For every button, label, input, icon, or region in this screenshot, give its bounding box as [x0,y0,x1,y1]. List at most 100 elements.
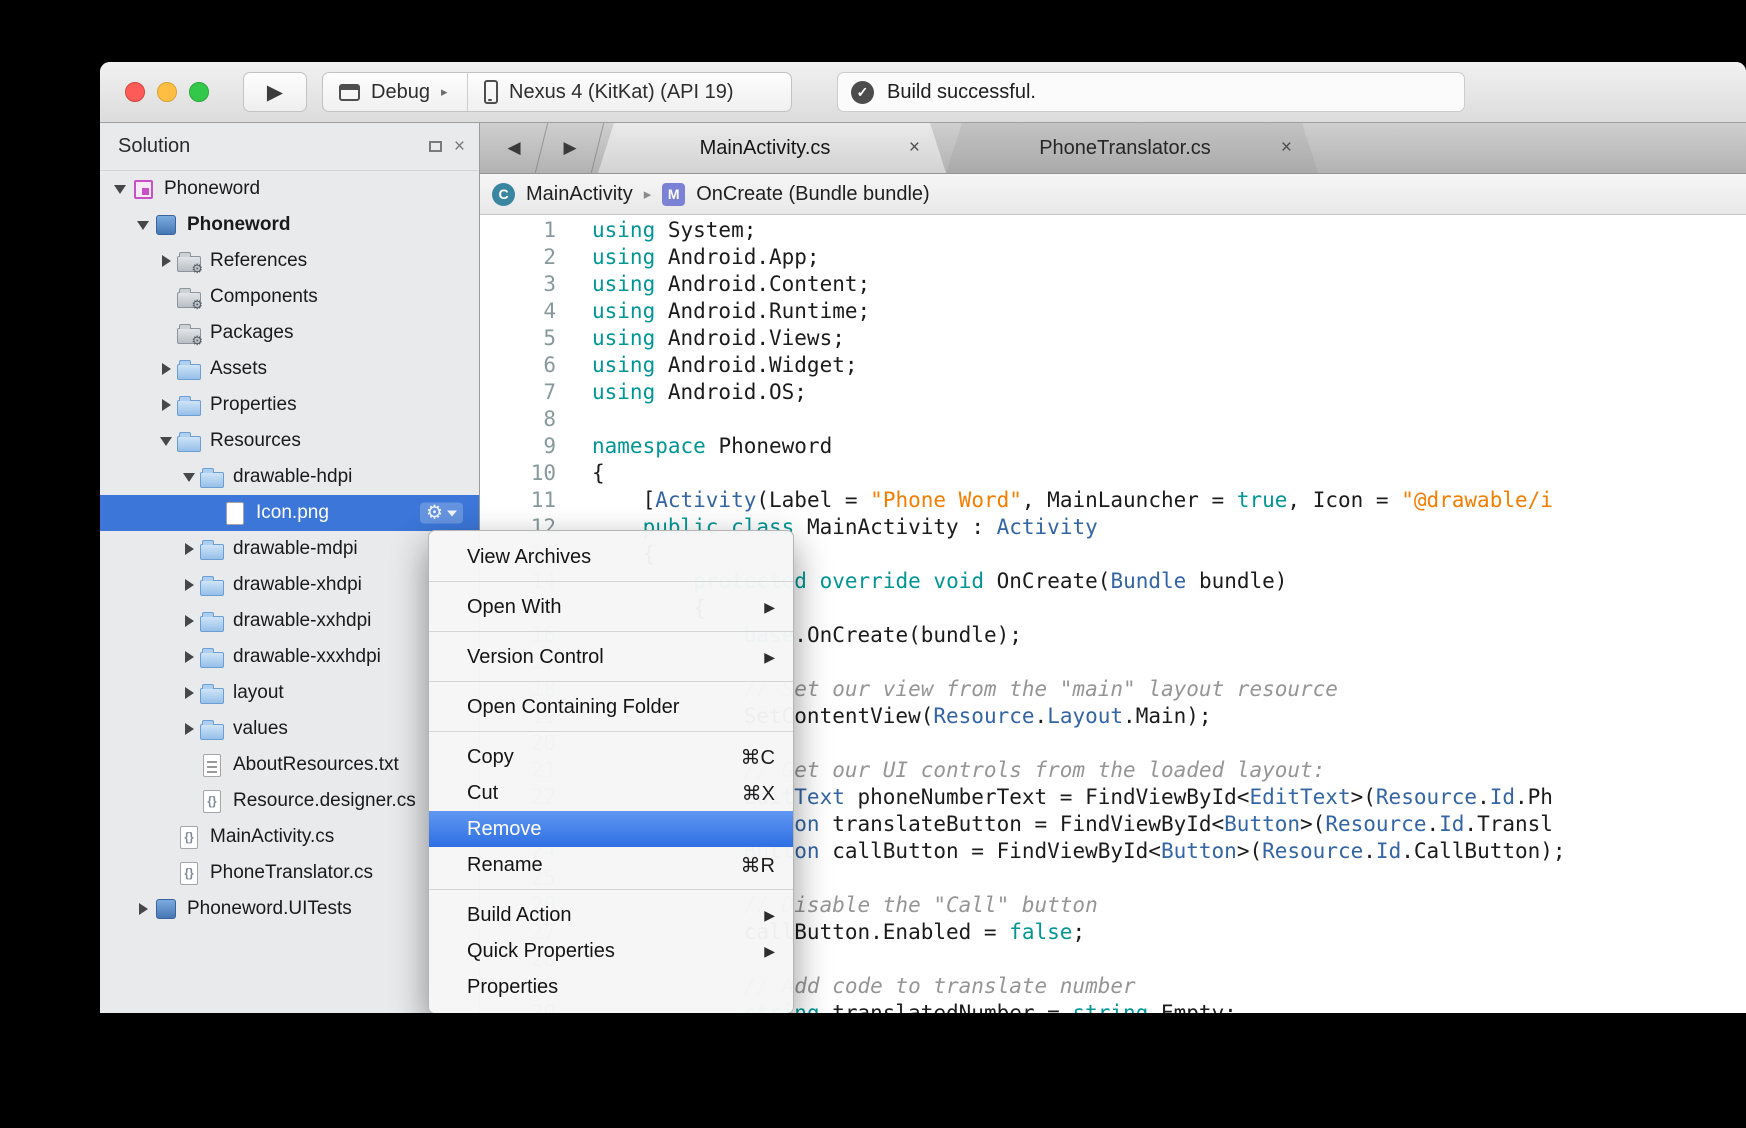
tree-item-layout[interactable]: layout [100,675,479,711]
tab-close-icon[interactable]: × [1281,137,1292,159]
code-line: 4using Android.Runtime; [480,298,1746,325]
close-window-button[interactable] [125,82,145,102]
tree-item-resources[interactable]: Resources [100,423,479,459]
disclosure-down-icon[interactable] [179,473,199,482]
line-number: 4 [480,298,580,325]
disclosure-right-icon[interactable] [179,687,199,699]
disclosure-down-icon[interactable] [110,185,130,194]
menu-item-cut[interactable]: Cut⌘X [429,775,793,811]
dock-panel-icon[interactable] [429,141,442,152]
tree-item-aboutresources-txt[interactable]: AboutResources.txt [100,747,479,783]
tree-item-mainactivity-cs[interactable]: MainActivity.cs [100,819,479,855]
check-icon: ✓ [851,81,874,104]
menu-item-label: Build Action [467,904,572,927]
menu-item-quick-properties[interactable]: Quick Properties▶ [429,933,793,969]
tree-item-phonetranslator-cs[interactable]: PhoneTranslator.cs [100,855,479,891]
tree-item-phoneword-uitests[interactable]: Phoneword.UITests [100,891,479,927]
disclosure-right-icon[interactable] [156,399,176,411]
navigate-forward-button[interactable]: ▶ [542,123,598,173]
tab-bar: ◀ ▶ MainActivity.cs × PhoneTranslator.cs × [480,123,1746,174]
tree-item-drawable-xhdpi[interactable]: drawable-xhdpi [100,567,479,603]
tree-item-label: Resources [210,430,301,452]
code-text: using Android.App; [580,244,820,271]
tab-label: MainActivity.cs [700,137,831,160]
folder-icon [176,428,202,454]
tab-label: PhoneTranslator.cs [1039,137,1211,160]
line-number: 7 [480,379,580,406]
tree-item-label: Phoneword [187,214,290,236]
menu-item-remove[interactable]: Remove [429,811,793,847]
tree-item-assets[interactable]: Assets [100,351,479,387]
tree-item-drawable-mdpi[interactable]: drawable-mdpi [100,531,479,567]
navigate-back-button[interactable]: ◀ [486,123,542,173]
tree-item-properties[interactable]: Properties [100,387,479,423]
menu-item-open-with[interactable]: Open With▶ [429,589,793,625]
breadcrumb-class[interactable]: MainActivity [526,183,633,206]
menu-item-rename[interactable]: Rename⌘R [429,847,793,883]
code-line: 2using Android.App; [480,244,1746,271]
tree-item-references[interactable]: References [100,243,479,279]
main-split: Solution × PhonewordPhonewordReferencesC… [100,123,1746,1013]
breadcrumb: C MainActivity ▸ M OnCreate (Bundle bund… [480,174,1746,215]
disclosure-right-icon[interactable] [133,903,153,915]
tab-mainactivity-cs[interactable]: MainActivity.cs × [598,123,946,173]
solution-pad: Solution × PhonewordPhonewordReferencesC… [100,123,480,1013]
code-text: using Android.Views; [580,325,845,352]
disclosure-right-icon[interactable] [179,615,199,627]
disclosure-down-icon[interactable] [133,221,153,230]
minimize-window-button[interactable] [157,82,177,102]
close-icon[interactable]: × [454,137,465,156]
line-number: 5 [480,325,580,352]
tree-item-resource-designer-cs[interactable]: Resource.designer.cs [100,783,479,819]
tree-item-packages[interactable]: Packages [100,315,479,351]
configuration-label: Debug [371,81,430,104]
context-menu: View Archives Open With▶ Version Control▶ O… [428,530,794,1013]
tree-item-label: MainActivity.cs [210,826,334,848]
menu-item-view-archives[interactable]: View Archives [429,539,793,575]
code-text: { [580,460,605,487]
tree-item-drawable-hdpi[interactable]: drawable-hdpi [100,459,479,495]
line-number: 2 [480,244,580,271]
tree-item-components[interactable]: Components [100,279,479,315]
tree-item-icon-png[interactable]: Icon.png⚙ [100,495,479,531]
device-dropdown[interactable]: Nexus 4 (KitKat) (API 19) [467,73,791,111]
code-line: 6using Android.Widget; [480,352,1746,379]
zoom-window-button[interactable] [189,82,209,102]
tree-item-label: drawable-hdpi [233,466,352,488]
folder-icon [199,680,225,706]
breadcrumb-member[interactable]: OnCreate (Bundle bundle) [696,183,929,206]
code-line: 5using Android.Views; [480,325,1746,352]
disclosure-right-icon[interactable] [179,579,199,591]
disclosure-right-icon[interactable] [179,543,199,555]
folder-icon [199,464,225,490]
tree-item-drawable-xxhdpi[interactable]: drawable-xxhdpi [100,603,479,639]
disclosure-down-icon[interactable] [156,437,176,446]
tree-item-label: Assets [210,358,267,380]
disclosure-right-icon[interactable] [179,723,199,735]
tree-item-label: drawable-mdpi [233,538,358,560]
menu-item-open-containing-folder[interactable]: Open Containing Folder [429,689,793,725]
disclosure-right-icon[interactable] [156,255,176,267]
line-number: 9 [480,433,580,460]
system-folder-icon [176,248,202,274]
tab-close-icon[interactable]: × [909,137,920,159]
gear-dropdown-button[interactable]: ⚙ [420,503,463,524]
disclosure-right-icon[interactable] [179,651,199,663]
menu-item-properties[interactable]: Properties [429,969,793,1005]
tree-item-phoneword[interactable]: Phoneword [100,207,479,243]
menu-item-copy[interactable]: Copy⌘C [429,739,793,775]
code-line: 3using Android.Content; [480,271,1746,298]
project-icon [153,896,179,922]
tree-item-drawable-xxxhdpi[interactable]: drawable-xxxhdpi [100,639,479,675]
menu-item-version-control[interactable]: Version Control▶ [429,639,793,675]
run-button[interactable]: ▶ [243,72,307,112]
tree-item-values[interactable]: values [100,711,479,747]
tree-item-phoneword[interactable]: Phoneword [100,171,479,207]
configuration-dropdown[interactable]: Debug ▸ [323,73,467,111]
method-icon: M [662,183,685,206]
gear-icon: ⚙ [426,504,443,523]
disclosure-right-icon[interactable] [156,363,176,375]
menu-item-build-action[interactable]: Build Action▶ [429,897,793,933]
tab-phonetranslator-cs[interactable]: PhoneTranslator.cs × [946,123,1318,173]
tree-item-label: PhoneTranslator.cs [210,862,373,884]
